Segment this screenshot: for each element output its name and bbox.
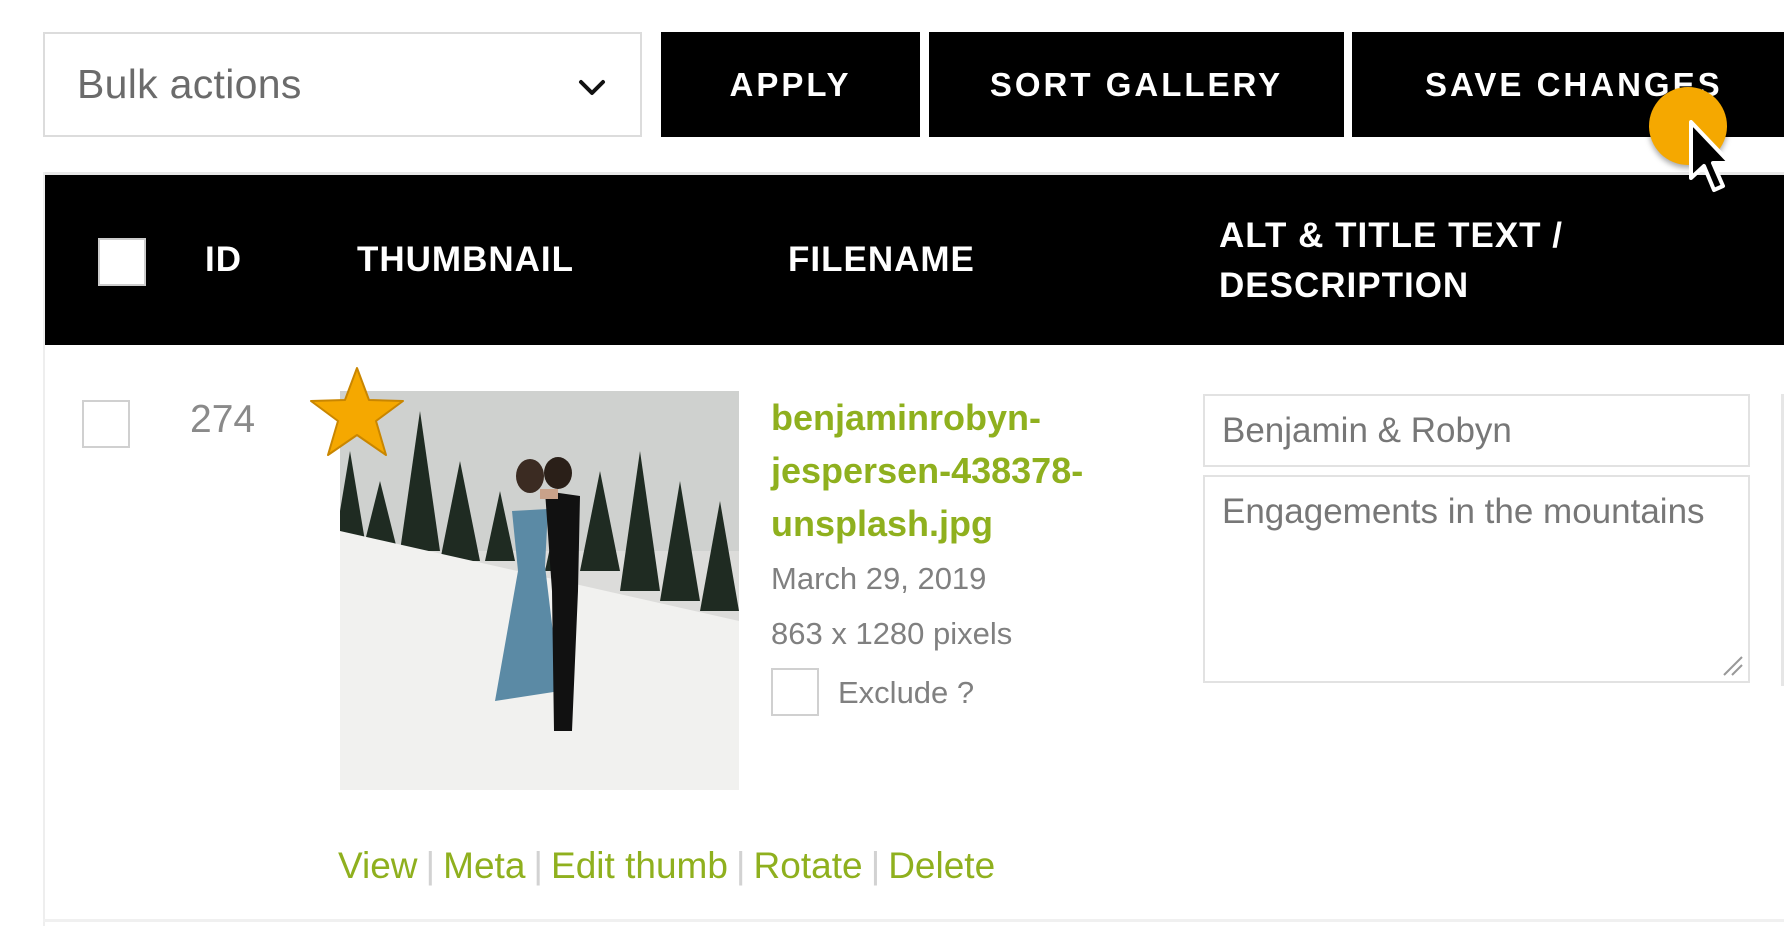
bulk-actions-label: Bulk actions <box>77 61 302 107</box>
separator: | <box>870 845 881 886</box>
filename-link[interactable]: benjaminrobyn- jespersen-438378- unsplas… <box>771 391 1111 550</box>
filename-line-1: benjaminrobyn- <box>771 397 1042 438</box>
rotate-link[interactable]: Rotate <box>754 845 863 886</box>
row-id: 274 <box>190 398 256 441</box>
featured-star-icon[interactable] <box>307 363 407 463</box>
alt-title-input[interactable]: Benjamin & Robyn <box>1203 394 1750 467</box>
alt-title-value: Benjamin & Robyn <box>1222 410 1512 450</box>
description-textarea[interactable]: Engagements in the mountains <box>1203 475 1750 683</box>
sort-gallery-button[interactable]: SORT GALLERY <box>929 32 1344 137</box>
header-alt-title: ALT & TITLE TEXT / <box>1219 216 1563 255</box>
mouse-pointer-icon <box>1689 120 1732 192</box>
chevron-down-icon <box>579 80 605 95</box>
row-actions: View | Meta | Edit thumb | Rotate | Delete <box>338 845 995 887</box>
filename-line-2: jespersen-438378- <box>771 450 1084 491</box>
bulk-actions-select[interactable]: Bulk actions <box>43 32 642 137</box>
description-value: Engagements in the mountains <box>1222 492 1705 531</box>
filename-line-3: unsplash.jpg <box>771 503 994 544</box>
edit-thumb-link[interactable]: Edit thumb <box>551 845 728 886</box>
resize-handle-icon[interactable] <box>1720 653 1744 677</box>
row-checkbox[interactable] <box>82 400 130 448</box>
meta-link[interactable]: Meta <box>443 845 525 886</box>
exclude-label: Exclude ? <box>838 675 975 710</box>
upload-date: March 29, 2019 <box>771 561 987 596</box>
header-filename: FILENAME <box>788 240 975 279</box>
delete-link[interactable]: Delete <box>888 845 995 886</box>
select-all-checkbox[interactable] <box>98 238 146 286</box>
separator: | <box>425 845 436 886</box>
separator: | <box>735 845 746 886</box>
table-header: ID THUMBNAIL FILENAME ALT & TITLE TEXT /… <box>45 172 1784 345</box>
header-description: DESCRIPTION <box>1219 266 1470 305</box>
apply-button[interactable]: APPLY <box>661 32 920 137</box>
header-thumbnail: THUMBNAIL <box>357 240 575 279</box>
separator: | <box>533 845 544 886</box>
image-dimensions: 863 x 1280 pixels <box>771 616 1013 651</box>
header-id: ID <box>205 240 242 279</box>
view-link[interactable]: View <box>338 845 418 886</box>
exclude-checkbox[interactable] <box>771 668 819 716</box>
